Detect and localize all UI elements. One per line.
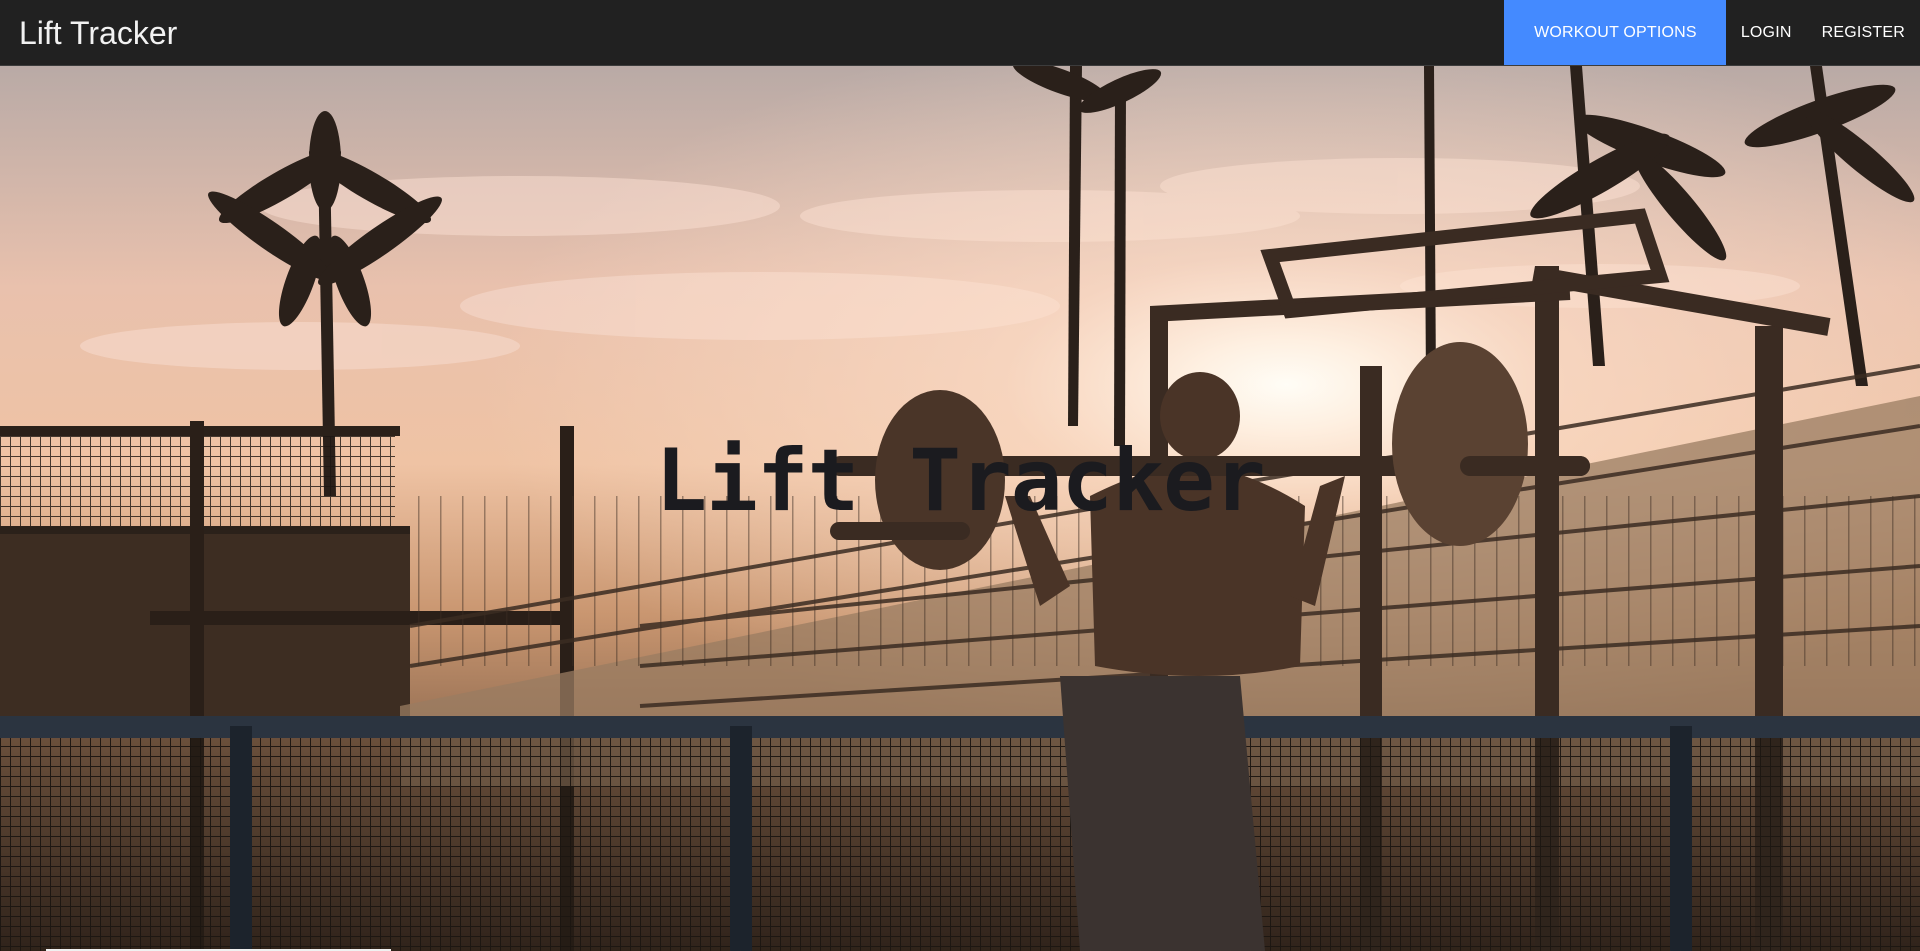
nav-register[interactable]: REGISTER [1807, 0, 1920, 65]
brand-logo-link[interactable]: Lift Tracker [19, 13, 177, 53]
hero-section: Lift Tracker [0, 66, 1920, 951]
nav-workout-options[interactable]: WORKOUT OPTIONS [1504, 0, 1726, 65]
top-navbar: Lift Tracker WORKOUT OPTIONS LOGIN REGIS… [0, 0, 1920, 66]
hero-title: Lift Tracker [655, 431, 1265, 531]
nav-login[interactable]: LOGIN [1726, 0, 1807, 65]
nav-links: WORKOUT OPTIONS LOGIN REGISTER [1504, 0, 1920, 65]
